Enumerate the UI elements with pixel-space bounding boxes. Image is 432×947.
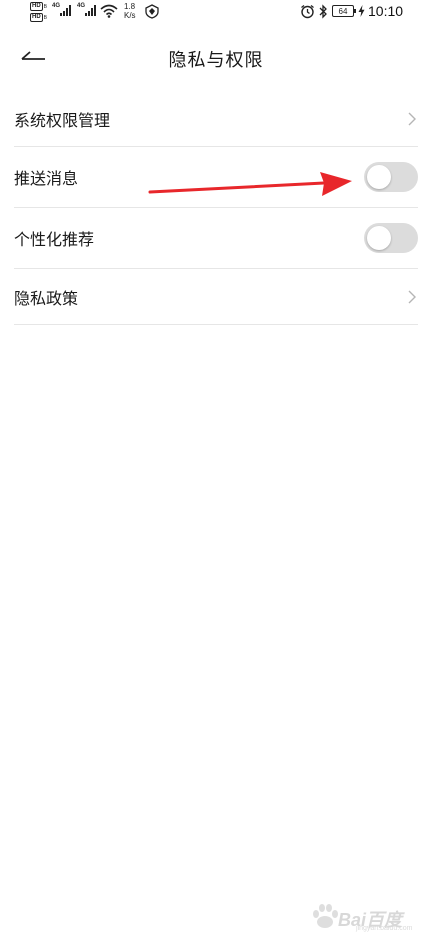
settings-item-label: 推送消息 <box>14 169 79 188</box>
hd-sub: B <box>43 14 48 21</box>
signal-icon <box>85 5 97 16</box>
charging-icon <box>358 5 365 17</box>
settings-item-label: 隐私政策 <box>14 288 79 308</box>
network-type-2: 4G <box>77 3 86 9</box>
signal-icon <box>60 5 72 16</box>
bluetooth-icon <box>319 4 327 19</box>
battery-level: 64 <box>338 7 348 16</box>
baidu-watermark: Bai百度 jingyan.baidu.com <box>310 898 418 938</box>
push-messages-toggle[interactable] <box>364 162 418 192</box>
speed-value: 1.8 <box>124 2 136 11</box>
hd-icon: HD B <box>30 2 47 11</box>
network-type-1: 4G <box>52 3 61 9</box>
hd-label: HD <box>30 2 43 11</box>
status-time: 10:10 <box>368 3 404 19</box>
speed-unit: K/s <box>124 11 136 20</box>
watermark-url: jingyan.baidu.com <box>356 925 413 932</box>
wifi-icon <box>100 4 118 18</box>
status-bar: HD B HD B 4G 4G 1.8 K/s 64 10:10 <box>0 0 432 26</box>
chevron-right-icon <box>408 290 416 303</box>
toggle-knob <box>367 226 391 250</box>
battery-icon: 64 <box>332 5 356 17</box>
settings-item-label: 个性化推荐 <box>14 230 95 249</box>
alarm-icon <box>301 4 314 19</box>
settings-item-label: 系统权限管理 <box>14 111 111 130</box>
settings-item-system-permissions[interactable]: 系统权限管理 <box>14 92 418 147</box>
title-bar: 隐私与权限 <box>0 30 432 86</box>
shield-icon <box>145 4 159 19</box>
hd-icon: HD B <box>30 13 47 22</box>
personalized-recommendations-toggle[interactable] <box>364 223 418 253</box>
hd-label: HD <box>30 13 43 22</box>
baidu-paw-icon <box>313 904 338 928</box>
hd-sub: B <box>43 3 48 10</box>
settings-item-privacy-policy[interactable]: 隐私政策 <box>14 269 418 325</box>
settings-item-personalized-recommendations: 个性化推荐 <box>14 208 418 269</box>
settings-list: 系统权限管理 推送消息 个性化推荐 隐私政策 <box>0 92 432 325</box>
chevron-right-icon <box>408 112 416 126</box>
network-speed: 1.8 K/s <box>124 2 136 20</box>
settings-item-push-messages: 推送消息 <box>14 147 418 208</box>
toggle-knob <box>367 165 391 189</box>
page-title: 隐私与权限 <box>168 50 264 71</box>
